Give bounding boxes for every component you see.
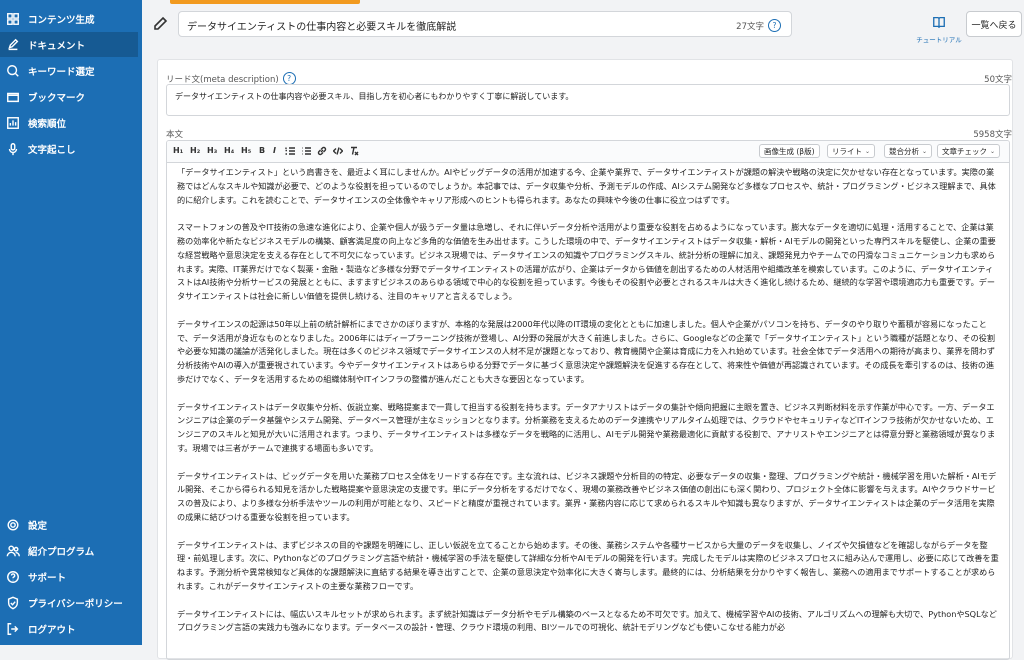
search-icon xyxy=(4,62,22,80)
meta-label-text: リード文(meta description) xyxy=(166,74,279,85)
book-icon xyxy=(933,16,945,29)
sidebar-item-keyword-selection[interactable]: キーワード選定 xyxy=(0,58,138,83)
competitor-analysis-dropdown[interactable]: 競合分析 ⌄ xyxy=(884,144,933,158)
title-char-count: 27文字? xyxy=(736,19,781,32)
rewrite-label: リライト xyxy=(832,146,862,156)
users-icon xyxy=(4,542,22,560)
tutorial-button[interactable]: チュートリアル xyxy=(914,14,964,44)
paragraph: データサイエンティストは、ビッグデータを用いた業務プロセス全体をリードする存在で… xyxy=(177,470,997,522)
heading4-button[interactable]: H₄ xyxy=(224,146,234,155)
logout-icon xyxy=(4,620,22,638)
shield-icon xyxy=(4,594,22,612)
pencil-edit-icon xyxy=(152,14,172,34)
grid-icon xyxy=(4,10,22,28)
chevron-down-icon: ⌄ xyxy=(865,147,871,155)
sidebar-item-transcription[interactable]: 文字起こし xyxy=(0,136,138,161)
editor-panel: リード文(meta description) ? 50文字 データサイエンティス… xyxy=(157,59,1013,660)
sidebar-item-privacy-policy[interactable]: プライバシーポリシー xyxy=(0,590,138,615)
edit-icon xyxy=(4,36,22,54)
rewrite-dropdown[interactable]: リライト ⌄ xyxy=(827,144,876,158)
sidebar-item-label: サポート xyxy=(28,572,67,584)
sidebar-item-label: 設定 xyxy=(28,520,48,532)
paragraph: データサイエンティストには、幅広いスキルセットが求められます。まず統計知識はデー… xyxy=(177,608,997,633)
sidebar-item-label: プライバシーポリシー xyxy=(28,598,123,610)
bold-button[interactable]: B xyxy=(259,146,265,155)
sidebar-bottom-nav: 設定 紹介プログラム サポート プライバシーポリシー ログアウト xyxy=(0,511,142,642)
sidebar-item-search-ranking[interactable]: 検索順位 xyxy=(0,110,138,135)
paragraph: データサイエンスの起源は50年以上前の統計解析にまでさかのぼりますが、本格的な発… xyxy=(177,318,996,384)
sidebar-item-settings[interactable]: 設定 xyxy=(0,512,138,537)
document-header: データサイエンティストの仕事内容と必要スキルを徹底解説 27文字? チュートリア… xyxy=(142,0,1024,50)
chart-icon xyxy=(4,114,22,132)
sidebar-item-label: 紹介プログラム xyxy=(28,546,95,558)
gear-icon xyxy=(4,516,22,534)
bullet-list-icon[interactable] xyxy=(301,146,311,158)
body-label: 本文 xyxy=(166,130,184,140)
title-text: データサイエンティストの仕事内容と必要スキルを徹底解説 xyxy=(187,22,457,33)
paragraph: スマートフォンの普及やIT技術の急速な進化により、企業や個人が扱うデータ量は急増… xyxy=(177,222,996,302)
heading5-button[interactable]: H₅ xyxy=(241,146,251,155)
sidebar-item-label: ブックマーク xyxy=(28,92,86,104)
heading3-button[interactable]: H₃ xyxy=(207,146,217,155)
sidebar-item-label: ドキュメント xyxy=(28,40,86,52)
image-generation-label: 画像生成 (β版) xyxy=(764,146,815,156)
sidebar-item-documents[interactable]: ドキュメント xyxy=(0,32,138,57)
sidebar-item-content-generation[interactable]: コンテンツ生成 xyxy=(0,6,138,31)
heading1-button[interactable]: H₁ xyxy=(173,146,183,155)
sidebar-item-label: キーワード選定 xyxy=(28,66,95,78)
ordered-list-icon[interactable] xyxy=(285,146,295,158)
back-to-list-button[interactable]: 一覧へ戻る xyxy=(966,11,1022,37)
meta-description-text: データサイエンティストの仕事内容や必要スキル、目指し方を初心者にもわかりやすく丁… xyxy=(175,92,574,101)
sidebar-item-label: コンテンツ生成 xyxy=(28,14,95,26)
italic-button[interactable]: I xyxy=(273,146,276,155)
sidebar-item-bookmarks[interactable]: ブックマーク xyxy=(0,84,138,109)
help-icon[interactable]: ? xyxy=(768,19,781,32)
paragraph: 「データサイエンティスト」という肩書きを、最近よく耳にしませんか。AIやビッグデ… xyxy=(177,167,996,205)
competitor-analysis-label: 競合分析 xyxy=(889,146,919,156)
chevron-down-icon: ⌄ xyxy=(990,147,996,155)
sidebar-item-support[interactable]: サポート xyxy=(0,564,138,589)
title-input[interactable]: データサイエンティストの仕事内容と必要スキルを徹底解説 27文字? xyxy=(178,11,792,37)
meta-description-input[interactable]: データサイエンティストの仕事内容や必要スキル、目指し方を初心者にもわかりやすく丁… xyxy=(166,84,1010,116)
body-editor[interactable]: H₁ H₂ H₃ H₄ H₅ B I 画像生成 (β版) リライト ⌄ 競合分析 ⌄… xyxy=(166,140,1010,660)
image-generation-button[interactable]: 画像生成 (β版) xyxy=(759,144,820,158)
bookmark-icon xyxy=(4,88,22,106)
sidebar-item-label: 検索順位 xyxy=(28,118,67,130)
sidebar-item-label: ログアウト xyxy=(28,624,76,636)
link-icon[interactable] xyxy=(317,146,327,158)
code-icon[interactable] xyxy=(332,146,344,158)
body-content[interactable]: 「データサイエンティスト」という肩書きを、最近よく耳にしませんか。AIやビッグデ… xyxy=(177,166,1001,649)
title-count-text: 27文字 xyxy=(736,21,764,32)
editor-toolbar: H₁ H₂ H₃ H₄ H₅ B I 画像生成 (β版) リライト ⌄ 競合分析 ⌄… xyxy=(167,141,1009,163)
body-char-count: 5958文字 xyxy=(973,130,1012,140)
heading2-button[interactable]: H₂ xyxy=(190,146,200,155)
sidebar-item-logout[interactable]: ログアウト xyxy=(0,616,138,641)
progress-accent xyxy=(170,0,360,4)
paragraph: データサイエンティストはデータ収集や分析、仮説立案、戦略提案まで一貫して担当する… xyxy=(177,401,996,453)
clear-format-icon[interactable] xyxy=(349,146,359,158)
microphone-icon xyxy=(4,140,22,158)
sidebar-item-referral[interactable]: 紹介プログラム xyxy=(0,538,138,563)
text-check-label: 文章チェック xyxy=(942,146,987,156)
text-check-dropdown[interactable]: 文章チェック ⌄ xyxy=(937,144,1001,158)
paragraph: データサイエンティストは、まずビジネスの目的や課題を明確にし、正しい仮説を立てる… xyxy=(177,539,999,591)
chevron-down-icon: ⌄ xyxy=(922,147,928,155)
sidebar-item-label: 文字起こし xyxy=(28,144,76,156)
tutorial-label: チュートリアル xyxy=(916,36,962,44)
main-area: データサイエンティストの仕事内容と必要スキルを徹底解説 27文字? チュートリア… xyxy=(142,0,1024,660)
sidebar-top-nav: コンテンツ生成 ドキュメント キーワード選定 ブックマーク 検索順位 文字起こし xyxy=(0,5,142,162)
help-icon xyxy=(4,568,22,586)
sidebar: コンテンツ生成 ドキュメント キーワード選定 ブックマーク 検索順位 文字起こし… xyxy=(0,0,142,645)
